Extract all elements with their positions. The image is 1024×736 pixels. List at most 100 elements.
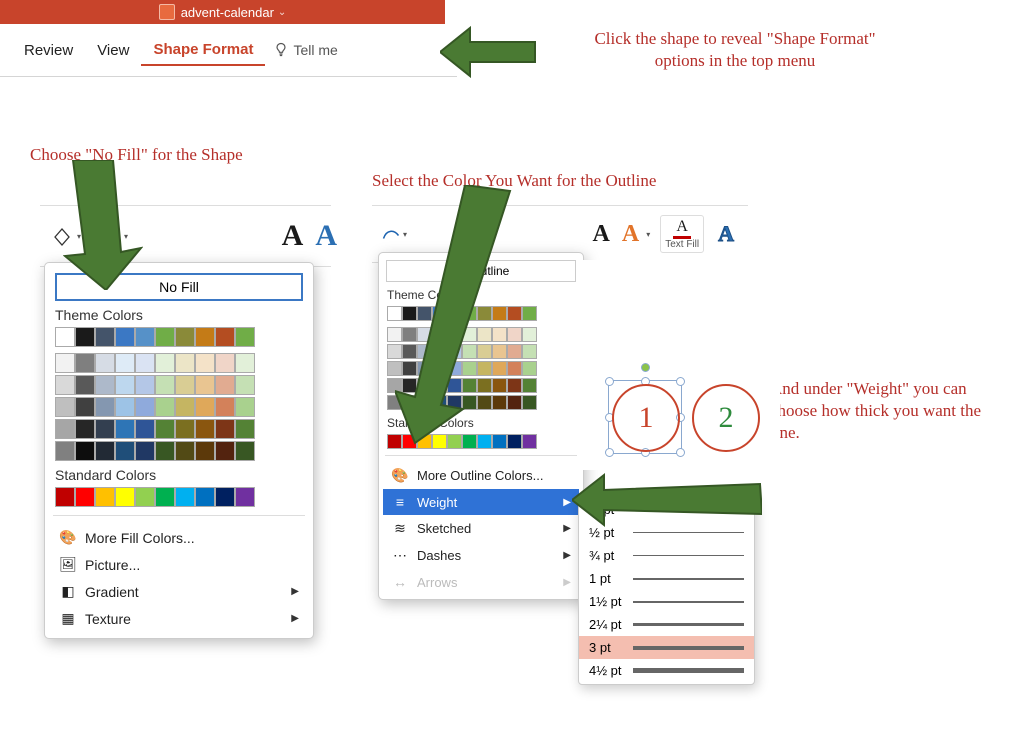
color-swatch[interactable] xyxy=(75,397,95,417)
color-swatch[interactable] xyxy=(55,419,75,439)
tab-shape-format[interactable]: Shape Format xyxy=(141,35,265,66)
more-fill-colors[interactable]: 🎨More Fill Colors... xyxy=(51,524,307,551)
color-swatch[interactable] xyxy=(95,441,115,461)
color-swatch[interactable] xyxy=(155,397,175,417)
color-swatch[interactable] xyxy=(55,327,75,347)
weight-option[interactable]: 2¼ pt xyxy=(579,613,754,636)
color-swatch[interactable] xyxy=(135,353,155,373)
color-swatch[interactable] xyxy=(95,353,115,373)
color-swatch[interactable] xyxy=(115,375,135,395)
color-swatch[interactable] xyxy=(235,375,255,395)
color-swatch[interactable] xyxy=(175,487,195,507)
color-swatch[interactable] xyxy=(195,353,215,373)
color-swatch[interactable] xyxy=(215,397,235,417)
color-swatch[interactable] xyxy=(195,419,215,439)
text-style-a[interactable]: A xyxy=(593,221,610,248)
color-swatch[interactable] xyxy=(235,419,255,439)
color-swatch[interactable] xyxy=(115,487,135,507)
color-swatch[interactable] xyxy=(235,397,255,417)
color-swatch[interactable] xyxy=(95,397,115,417)
text-outline-a[interactable]: A xyxy=(718,221,734,247)
tab-review[interactable]: Review xyxy=(12,36,85,65)
color-swatch[interactable] xyxy=(95,327,115,347)
fill-gradient[interactable]: ◧Gradient▶ xyxy=(51,578,307,605)
outline-dashes[interactable]: ⋯Dashes▶ xyxy=(383,542,579,569)
color-swatch[interactable] xyxy=(175,419,195,439)
color-swatch[interactable] xyxy=(175,353,195,373)
color-swatch[interactable] xyxy=(115,353,135,373)
color-swatch[interactable] xyxy=(175,375,195,395)
color-swatch[interactable] xyxy=(95,419,115,439)
outline-weight[interactable]: ≡Weight▶ xyxy=(383,489,579,515)
color-swatch[interactable] xyxy=(155,441,175,461)
color-swatch[interactable] xyxy=(175,327,195,347)
fill-picture[interactable]: 🖼Picture... xyxy=(51,551,307,578)
shape-circle-1[interactable]: 1 xyxy=(612,384,680,452)
color-swatch[interactable] xyxy=(175,397,195,417)
weight-option[interactable]: 1 pt xyxy=(579,567,754,590)
color-swatch[interactable] xyxy=(155,419,175,439)
color-swatch[interactable] xyxy=(115,419,135,439)
color-swatch[interactable] xyxy=(175,441,195,461)
title-chevron-icon[interactable]: ⌄ xyxy=(278,7,286,18)
text-style-a-alt[interactable]: A xyxy=(315,219,337,253)
text-style-a[interactable]: A xyxy=(282,219,304,253)
color-swatch[interactable] xyxy=(235,353,255,373)
color-swatch[interactable] xyxy=(75,419,95,439)
color-swatch[interactable] xyxy=(55,397,75,417)
color-swatch[interactable] xyxy=(195,397,215,417)
color-swatch[interactable] xyxy=(55,375,75,395)
weight-option[interactable]: 3 pt xyxy=(579,636,754,659)
color-swatch[interactable] xyxy=(215,375,235,395)
color-swatch[interactable] xyxy=(75,375,95,395)
color-swatch[interactable] xyxy=(155,487,175,507)
color-swatch[interactable] xyxy=(135,487,155,507)
color-swatch[interactable] xyxy=(155,353,175,373)
text-fill-button[interactable]: A Text Fill xyxy=(660,215,704,253)
color-swatch[interactable] xyxy=(55,353,75,373)
color-swatch[interactable] xyxy=(215,353,235,373)
color-swatch[interactable] xyxy=(195,441,215,461)
color-swatch[interactable] xyxy=(235,487,255,507)
color-swatch[interactable] xyxy=(55,487,75,507)
weight-option[interactable]: 1½ pt xyxy=(579,590,754,613)
color-swatch[interactable] xyxy=(155,375,175,395)
color-swatch[interactable] xyxy=(95,487,115,507)
weight-option[interactable]: 4½ pt xyxy=(579,659,754,682)
color-swatch[interactable] xyxy=(195,487,215,507)
color-swatch[interactable] xyxy=(215,487,235,507)
color-swatch[interactable] xyxy=(135,441,155,461)
fill-texture[interactable]: ▦Texture▶ xyxy=(51,605,307,632)
color-swatch[interactable] xyxy=(135,327,155,347)
color-swatch[interactable] xyxy=(215,327,235,347)
color-swatch[interactable] xyxy=(115,441,135,461)
text-style-a-orange[interactable]: A xyxy=(622,221,639,248)
shape-circle-2[interactable]: 2 xyxy=(692,384,760,452)
color-swatch[interactable] xyxy=(75,353,95,373)
color-swatch[interactable] xyxy=(135,419,155,439)
color-swatch[interactable] xyxy=(235,327,255,347)
color-swatch[interactable] xyxy=(75,441,95,461)
color-swatch[interactable] xyxy=(215,441,235,461)
slide-canvas[interactable]: 1 2 xyxy=(580,260,780,470)
weight-option[interactable]: ¾ pt xyxy=(579,544,754,567)
color-swatch[interactable] xyxy=(195,375,215,395)
rotate-handle[interactable] xyxy=(641,363,650,372)
tell-me-search[interactable]: Tell me xyxy=(273,42,337,58)
color-swatch[interactable] xyxy=(115,397,135,417)
color-swatch[interactable] xyxy=(195,327,215,347)
color-swatch[interactable] xyxy=(75,327,95,347)
color-swatch[interactable] xyxy=(155,327,175,347)
outline-sketched[interactable]: ≋Sketched▶ xyxy=(383,515,579,542)
color-swatch[interactable] xyxy=(115,327,135,347)
chevron-down-icon[interactable]: ▾ xyxy=(646,230,650,239)
color-swatch[interactable] xyxy=(75,487,95,507)
color-swatch[interactable] xyxy=(235,441,255,461)
tab-view[interactable]: View xyxy=(85,36,141,65)
more-outline-colors[interactable]: 🎨More Outline Colors... xyxy=(383,462,579,489)
color-swatch[interactable] xyxy=(55,441,75,461)
color-swatch[interactable] xyxy=(135,375,155,395)
color-swatch[interactable] xyxy=(215,419,235,439)
color-swatch[interactable] xyxy=(95,375,115,395)
color-swatch[interactable] xyxy=(135,397,155,417)
